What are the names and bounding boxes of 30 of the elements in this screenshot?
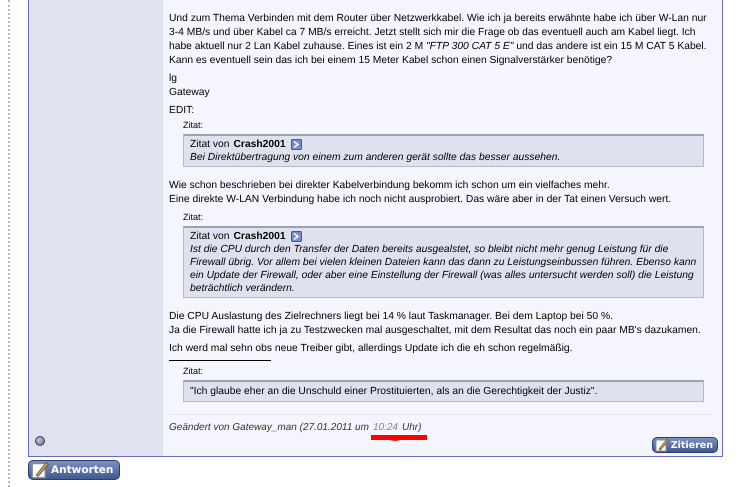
post-text: Gateway xyxy=(169,86,210,100)
edit-note: Geändert von Gateway_man (27.01.2011 um xyxy=(169,421,369,435)
quote-text: Bei Direktübertragung von einem zum anderen gerät sollte das besser aussehen. xyxy=(190,151,562,164)
quote-author: Crash2001 xyxy=(234,230,286,243)
signature-text: "Ich glaube eher an die Unschuld einer Prostituierten, als an die Gerechtigkeit der Justiz". xyxy=(190,385,598,399)
quote-text: Ist die CPU durch den Transfer der Daten bereits ausgealstet, so bleibt nicht mehr genug Leistung für die Firewall übrig. Vor allem bei vielen kleinen Dateien kann das dann zu Leistungseinbussen führen. Ebenso kann ein Update der Firewall, oder aber eine Einstellung der Firewall (was alles untersucht werden soll) die Leistung beträchtlich verändern. xyxy=(190,243,697,295)
post-text: Ja die Firewall hatte ich ja zu Testzwecken mal ausgeschaltet, mit dem Resultat das noch ein paar MB's dazukamen. xyxy=(169,324,701,338)
pen-paper-icon xyxy=(654,438,669,452)
quote-label: Zitat: xyxy=(183,365,204,377)
pen-paper-icon xyxy=(31,461,49,479)
edit-note: Uhr) xyxy=(402,421,422,435)
go-to-post-icon[interactable] xyxy=(290,139,302,150)
redaction-mark xyxy=(370,434,427,441)
edit-time: 10:24 xyxy=(372,422,398,433)
post-text: Ich werd mal sehn obs neue Treiber gibt, allerdings Update ich die eh schon regelmäßig. xyxy=(169,342,573,356)
quote-label: Zitat: xyxy=(183,119,204,131)
reply-button[interactable]: Antworten xyxy=(28,460,120,480)
post-text: lg xyxy=(169,72,178,86)
post-text: EDIT: xyxy=(169,104,194,118)
post-text: Die CPU Auslastung des Zielrechners liegt bei 14 % laut Taskmanager. Bei dem Laptop bei 50 %. xyxy=(169,310,613,324)
go-to-post-icon[interactable] xyxy=(290,231,302,242)
quote-label: Zitat: xyxy=(183,211,204,223)
status-icon xyxy=(35,436,45,446)
post-text: Und zum Thema Verbinden mit dem Router über Netzwerkkabel. Wie ich ja bereits erwähnte habe ich über W-Lan nur 3-4 MB/s und über Kabel ca 7 MB/s erreicht. Jetzt stellt sich mir die Frage ob das eventuell auch am Kabel liegt. Ich habe aktuell nur 2 Lan Kabel zuhause. Eines ist ein 2 M "FTP 300 CAT 5 E" und das andere ist ein 15 M CAT 5 Kabel. Kann es eventuell sein das ich bei einem 15 Meter Kabel schon einen Signalverstärker benötige? xyxy=(169,12,708,68)
quote-button[interactable]: Zitieren xyxy=(652,437,718,453)
quote-author: Crash2001 xyxy=(234,138,286,151)
quote-author-prefix: Zitat von xyxy=(190,230,230,243)
quote-author-prefix: Zitat von xyxy=(190,138,230,151)
post-text: Wie schon beschrieben bei direkter Kabelverbindung bekomm ich schon um ein vielfaches mehr. xyxy=(169,179,610,193)
post-text: Eine direkte W-LAN Verbindung habe ich noch nicht ausprobiert. Das wäre aber in der Tat einen Versuch wert. xyxy=(169,193,672,207)
